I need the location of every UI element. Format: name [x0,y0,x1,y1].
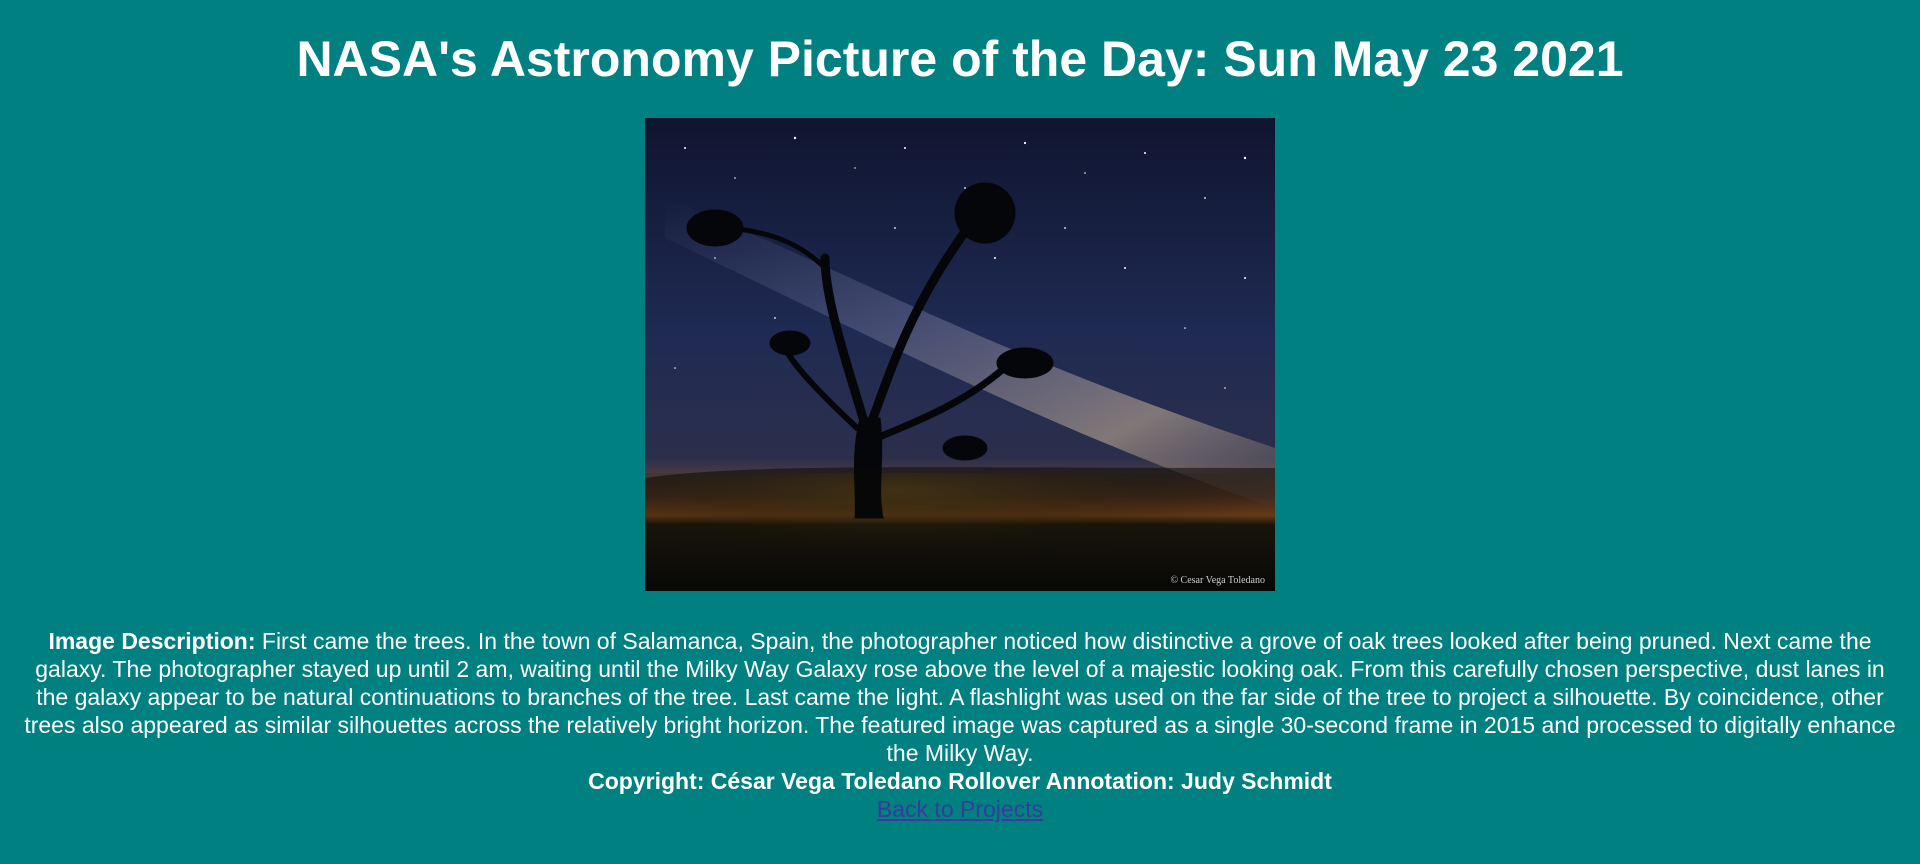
apod-photo: © Cesar Vega Toledano [645,118,1275,591]
page-title: NASA's Astronomy Picture of the Day: Sun… [296,31,1624,87]
description-text: First came the trees. In the town of Sal… [24,628,1896,766]
copyright-credit: Copyright: César Vega Toledano Rollover … [588,768,1332,794]
back-to-projects-link[interactable]: Back to Projects [877,796,1043,822]
description-label: Image Description: [48,628,256,654]
photo-watermark: © Cesar Vega Toledano [1170,575,1265,586]
foreground-field [645,467,1275,591]
back-nav: Back to Projects [0,795,1920,823]
image-description: Image Description: First came the trees.… [18,627,1902,767]
apod-page: NASA's Astronomy Picture of the Day: Sun… [0,0,1920,864]
